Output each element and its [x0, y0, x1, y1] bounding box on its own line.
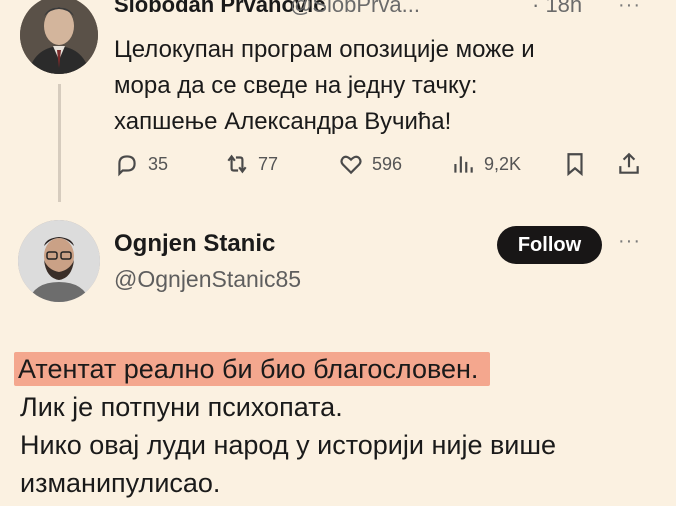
tweet-author-name[interactable]: Ognjen Stanic	[114, 230, 275, 258]
tweet-action-bar: 35 77 596 9,2K	[114, 148, 654, 180]
more-options-icon[interactable]: ···	[618, 230, 641, 253]
analytics-icon	[454, 156, 473, 173]
repost-icon	[227, 154, 247, 174]
tweet-text-line: Лик је потпуни психопата.	[20, 392, 343, 422]
reply-icon	[118, 155, 136, 177]
tweet-text-line: Нико овај луди народ у историји није виш…	[20, 430, 557, 460]
thread-connector-line	[58, 84, 61, 202]
tweet-author-handle[interactable]: @OgnjenStanic85	[114, 266, 301, 293]
bookmark-icon	[567, 153, 583, 177]
tweet-text-line: Целокупан програм опозиције може и	[114, 36, 535, 63]
reply-count: 35	[148, 153, 169, 174]
tweet-timestamp[interactable]: · 18h	[532, 0, 582, 18]
more-options-icon[interactable]: ···	[618, 0, 641, 17]
avatar-slobodan[interactable]	[20, 0, 98, 74]
tweet-text: Атентат реално би био благословен. Лик ј…	[14, 350, 660, 502]
tweet-text-line: изманипулисао.	[20, 468, 221, 498]
like-button[interactable]: 596	[338, 148, 402, 180]
reply-button[interactable]: 35	[114, 148, 168, 180]
follow-button[interactable]: Follow	[497, 226, 602, 264]
highlighted-text-line: Атентат реално би био благословен.	[14, 352, 491, 386]
repost-button[interactable]: 77	[224, 148, 278, 180]
tweet-text: Целокупан програм опозиције може и мора …	[114, 32, 654, 140]
share-icon	[619, 152, 639, 174]
share-button[interactable]	[616, 148, 650, 180]
avatar-ognjen[interactable]	[18, 220, 100, 302]
heart-icon	[340, 155, 362, 175]
bookmark-button[interactable]	[562, 148, 596, 180]
tweet-text-line: хапшење Александра Вучића!	[114, 108, 452, 135]
repost-count: 77	[258, 153, 279, 174]
views-count: 9,2K	[484, 153, 522, 174]
tweet-author-handle[interactable]: @SlobPrva...	[290, 0, 420, 18]
like-count: 596	[372, 153, 403, 174]
views-button[interactable]: 9,2K	[450, 148, 521, 180]
tweet-text-line: мора да се сведе на једну тачку:	[114, 72, 478, 99]
